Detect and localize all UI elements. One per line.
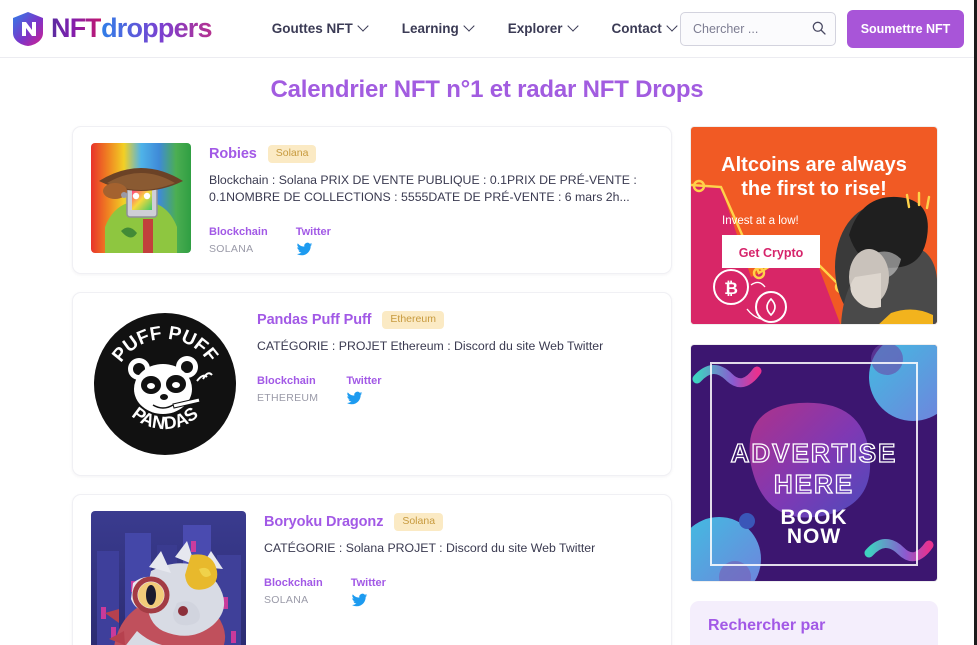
nft-thumbnail[interactable]: PUFF PUFF PANDAS bbox=[91, 309, 239, 460]
nft-meta: Blockchain ETHEREUM Twitter bbox=[257, 375, 653, 406]
nav-item-learning[interactable]: Learning bbox=[402, 21, 474, 36]
svg-text:NOW: NOW bbox=[787, 525, 841, 548]
ad-crypto-artwork: ₿ Altcoins are always the first to rise!… bbox=[691, 127, 937, 324]
page-root: NFTdroppers Gouttes NFT Learning Explore… bbox=[0, 0, 977, 645]
nft-meta: Blockchain SOLANA Twitter bbox=[209, 226, 653, 257]
search-by-title: Rechercher par bbox=[708, 617, 826, 634]
meta-blockchain-label: Blockchain bbox=[257, 375, 316, 388]
chain-badge: Ethereum bbox=[382, 311, 444, 329]
meta-twitter-label: Twitter bbox=[295, 226, 331, 239]
meta-twitter: Twitter bbox=[296, 226, 331, 257]
boryoku-dragonz-artwork bbox=[91, 511, 246, 645]
search-input[interactable] bbox=[680, 11, 836, 46]
brand-logo[interactable]: NFTdroppers bbox=[11, 11, 213, 47]
pandas-puff-puff-artwork: PUFF PUFF PANDAS bbox=[91, 309, 239, 460]
meta-twitter-label: Twitter bbox=[350, 577, 386, 590]
nft-card[interactable]: PUFF PUFF PANDAS Pandas Puff Puff Ethere… bbox=[72, 292, 672, 477]
meta-twitter: Twitter bbox=[346, 375, 382, 406]
ad-banner-advertise[interactable]: ADVERTISE HERE BOOK NOW ADVERTISE HERE B… bbox=[690, 344, 938, 582]
sidebar: ₿ Altcoins are always the first to rise!… bbox=[690, 126, 938, 645]
nav-item-explorer[interactable]: Explorer bbox=[508, 21, 578, 36]
meta-blockchain: Blockchain SOLANA bbox=[209, 226, 268, 257]
submit-nft-button[interactable]: Soumettre NFT bbox=[847, 9, 964, 48]
svg-text:ADVERTISE: ADVERTISE bbox=[731, 438, 898, 468]
nft-description: CATÉGORIE : PROJET Ethereum : Discord du… bbox=[257, 338, 604, 353]
nft-thumbnail[interactable] bbox=[91, 143, 191, 253]
nft-card-body: Boryoku Dragonz Solana CATÉGORIE : Solan… bbox=[264, 511, 653, 645]
brand-text-nft: NFT bbox=[51, 13, 102, 43]
nft-thumbnail[interactable] bbox=[91, 511, 246, 645]
site-header: NFTdroppers Gouttes NFT Learning Explore… bbox=[0, 0, 974, 58]
nft-title[interactable]: Pandas Puff Puff bbox=[257, 312, 372, 328]
ad-banner-crypto[interactable]: ₿ Altcoins are always the first to rise!… bbox=[690, 126, 938, 325]
chain-badge: Solana bbox=[267, 145, 317, 163]
meta-blockchain: Blockchain ETHEREUM bbox=[257, 375, 318, 406]
chain-badge: Solana bbox=[394, 513, 444, 531]
nft-card-header: Robies Solana bbox=[209, 145, 653, 163]
nav-item-contact[interactable]: Contact bbox=[612, 21, 677, 36]
twitter-icon[interactable] bbox=[346, 391, 363, 406]
search-by-panel: Rechercher par bbox=[690, 601, 938, 645]
meta-twitter: Twitter bbox=[351, 577, 386, 608]
chevron-down-icon bbox=[668, 22, 677, 31]
robies-artwork bbox=[91, 143, 191, 253]
nft-card[interactable]: Boryoku Dragonz Solana CATÉGORIE : Solan… bbox=[72, 494, 672, 645]
nav-label: Gouttes NFT bbox=[271, 21, 353, 36]
svg-text:Altcoins are always: Altcoins are always bbox=[721, 154, 907, 176]
search-container bbox=[680, 11, 836, 46]
svg-text:Get Crypto: Get Crypto bbox=[739, 246, 804, 260]
content-area: Robies Solana Blockchain : Solana PRIX D… bbox=[0, 126, 974, 645]
nft-title[interactable]: Boryoku Dragonz bbox=[264, 514, 383, 530]
twitter-icon[interactable] bbox=[296, 242, 313, 257]
nft-card-body: Robies Solana Blockchain : Solana PRIX D… bbox=[209, 143, 653, 257]
meta-blockchain-value: ETHEREUM bbox=[257, 392, 319, 405]
brand-text: NFTdroppers bbox=[51, 13, 213, 43]
nft-card-header: Boryoku Dragonz Solana bbox=[264, 513, 653, 531]
nft-card-header: Pandas Puff Puff Ethereum bbox=[257, 311, 653, 329]
nft-description: Blockchain : Solana PRIX DE VENTE PUBLIQ… bbox=[209, 172, 637, 204]
twitter-icon[interactable] bbox=[351, 593, 368, 608]
chevron-down-icon bbox=[569, 22, 578, 31]
brand-text-droppers: droppers bbox=[101, 13, 212, 43]
nav-label: Explorer bbox=[507, 21, 563, 36]
meta-blockchain: Blockchain SOLANA bbox=[264, 577, 323, 608]
svg-text:HERE: HERE bbox=[774, 469, 854, 499]
nav-label: Learning bbox=[401, 21, 459, 36]
meta-twitter-label: Twitter bbox=[346, 375, 382, 388]
meta-blockchain-label: Blockchain bbox=[264, 577, 323, 590]
nft-card[interactable]: Robies Solana Blockchain : Solana PRIX D… bbox=[72, 126, 672, 275]
shield-n-logo-icon bbox=[13, 11, 43, 46]
page-title: Calendrier NFT n°1 et radar NFT Drops bbox=[270, 76, 704, 103]
nft-drop-list: Robies Solana Blockchain : Solana PRIX D… bbox=[72, 126, 672, 645]
svg-text:Invest at a low!: Invest at a low! bbox=[722, 215, 799, 227]
nav-item-gouttes-nft[interactable]: Gouttes NFT bbox=[272, 21, 368, 36]
svg-text:₿: ₿ bbox=[724, 279, 738, 298]
meta-blockchain-label: Blockchain bbox=[209, 226, 268, 239]
nft-title[interactable]: Robies bbox=[209, 146, 257, 162]
svg-text:the first to rise!: the first to rise! bbox=[741, 178, 887, 200]
nft-card-body: Pandas Puff Puff Ethereum CATÉGORIE : PR… bbox=[257, 309, 653, 459]
main-navigation: Gouttes NFT Learning Explorer Contact bbox=[272, 21, 677, 36]
chevron-down-icon bbox=[465, 22, 474, 31]
chevron-down-icon bbox=[359, 22, 368, 31]
nft-meta: Blockchain SOLANA Twitter bbox=[264, 577, 653, 608]
nft-description: CATÉGORIE : Solana PROJET : Discord du s… bbox=[264, 540, 596, 555]
ad-advertise-artwork: ADVERTISE HERE BOOK NOW bbox=[691, 345, 937, 581]
nav-label: Contact bbox=[611, 21, 662, 36]
meta-blockchain-value: SOLANA bbox=[264, 594, 309, 607]
meta-blockchain-value: SOLANA bbox=[209, 243, 254, 256]
